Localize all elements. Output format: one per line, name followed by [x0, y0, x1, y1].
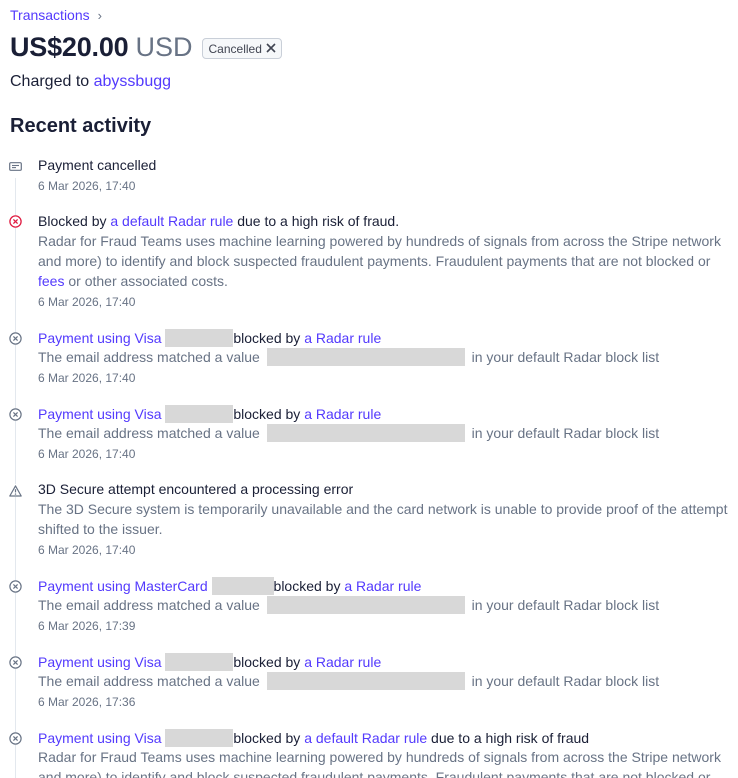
event-description: Radar for Fraud Teams uses machine learn…: [38, 749, 721, 765]
event-description-text: in your default Radar block list: [471, 673, 660, 689]
payment-header: US$20.00 USD Cancelled: [10, 32, 282, 63]
redacted-card: [211, 577, 274, 595]
payment-detail-page: Transactions › US$20.00 USD Cancelled Ch…: [0, 0, 738, 778]
status-badge: Cancelled: [201, 38, 282, 59]
payment-link[interactable]: Payment using Visa: [38, 730, 161, 746]
event-description: and more) to identify and block suspecte…: [38, 253, 711, 269]
payment-link[interactable]: Payment using Visa: [38, 654, 161, 670]
event-timestamp: 6 Mar 2026, 17:40: [38, 447, 136, 461]
event-timestamp: 6 Mar 2026, 17:40: [38, 371, 136, 385]
radar-rule-link[interactable]: a Radar rule: [304, 330, 381, 346]
redacted-card: [165, 405, 234, 423]
event-description: and more) to identify and block suspecte…: [38, 769, 711, 778]
payment-link[interactable]: Payment using MasterCard: [38, 578, 208, 594]
event-description: The email address matched a value in you…: [38, 347, 659, 367]
blocked-circle-icon: [9, 408, 22, 421]
redacted-card: [165, 729, 234, 747]
event-description-text: The email address matched a value: [38, 425, 260, 441]
default-radar-rule-link[interactable]: a default Radar rule: [110, 213, 233, 229]
event-timestamp: 6 Mar 2026, 17:40: [38, 179, 136, 193]
close-x-icon: [266, 41, 276, 56]
payment-amount: US$20.00: [10, 32, 129, 62]
event-title-text: blocked by: [233, 654, 305, 670]
event-description-text: The email address matched a value: [38, 349, 260, 365]
event-description: The email address matched a value in you…: [38, 671, 659, 691]
event-timestamp: 6 Mar 2026, 17:40: [38, 543, 136, 557]
event-title: Payment using Visa blocked by a Radar ru…: [38, 405, 381, 423]
status-badge-label: Cancelled: [208, 41, 262, 56]
event-title-text: blocked by: [233, 730, 305, 746]
event-description: The email address matched a value in you…: [38, 595, 659, 615]
payment-link[interactable]: Payment using Visa: [38, 406, 161, 422]
warning-triangle-icon: [9, 484, 22, 497]
event-description: Radar for Fraud Teams uses machine learn…: [38, 233, 721, 249]
chevron-right-icon: ›: [97, 7, 102, 23]
event-title-text: blocked by: [273, 578, 345, 594]
blocked-circle-icon: [9, 732, 22, 745]
payment-currency: USD: [135, 32, 193, 62]
redacted-value: [266, 672, 465, 690]
event-description: fees or other associated costs.: [38, 271, 228, 291]
payment-card-icon: [9, 160, 22, 173]
event-title: Payment using MasterCard blocked by a Ra…: [38, 577, 421, 595]
redacted-value: [266, 424, 465, 442]
event-timestamp: 6 Mar 2026, 17:39: [38, 619, 136, 633]
event-title: Payment using Visa blocked by a Radar ru…: [38, 653, 381, 671]
event-title-text: due to a high risk of fraud.: [233, 213, 400, 229]
event-description-text: in your default Radar block list: [471, 349, 660, 365]
redacted-value: [266, 348, 465, 366]
payment-link[interactable]: Payment using Visa: [38, 330, 161, 346]
radar-rule-link[interactable]: a Radar rule: [304, 654, 381, 670]
event-title: Payment using Visa blocked by a default …: [38, 729, 589, 747]
event-title: 3D Secure attempt encountered a processi…: [38, 481, 354, 497]
event-title: Payment using Visa blocked by a Radar ru…: [38, 329, 381, 347]
event-description-text: in your default Radar block list: [471, 597, 660, 613]
event-title-text: due to a high risk of fraud: [427, 730, 590, 746]
timeline-line: [15, 178, 16, 778]
error-circle-icon: [9, 215, 22, 228]
event-title-text: blocked by: [233, 330, 305, 346]
event-description: The email address matched a value in you…: [38, 423, 659, 443]
radar-rule-link[interactable]: a Radar rule: [304, 406, 381, 422]
event-timestamp: 6 Mar 2026, 17:36: [38, 695, 136, 709]
event-timestamp: 6 Mar 2026, 17:40: [38, 295, 136, 309]
event-description-text: in your default Radar block list: [471, 425, 660, 441]
event-description-text: The email address matched a value: [38, 597, 260, 613]
radar-rule-link[interactable]: a Radar rule: [344, 578, 421, 594]
event-description-text: or other associated costs.: [64, 273, 228, 289]
event-description: shifted to the issuer.: [38, 521, 163, 537]
fees-link[interactable]: fees: [38, 273, 64, 289]
blocked-circle-icon: [9, 332, 22, 345]
event-description: The 3D Secure system is temporarily unav…: [38, 501, 728, 517]
charged-to-line: Charged to abyssbugg: [10, 73, 171, 91]
event-title-text: blocked by: [233, 406, 305, 422]
customer-link[interactable]: abyssbugg: [94, 73, 171, 90]
event-title: Payment cancelled: [38, 157, 157, 173]
redacted-value: [266, 596, 465, 614]
event-description-text: The email address matched a value: [38, 673, 260, 689]
redacted-card: [165, 653, 234, 671]
event-title-text: Blocked by: [38, 213, 111, 229]
blocked-circle-icon: [9, 580, 22, 593]
breadcrumb-transactions-link[interactable]: Transactions: [10, 7, 90, 23]
blocked-circle-icon: [9, 656, 22, 669]
default-radar-rule-link[interactable]: a default Radar rule: [304, 730, 427, 746]
redacted-card: [165, 329, 234, 347]
event-title: Blocked by a default Radar rule due to a…: [38, 213, 399, 229]
breadcrumb: Transactions ›: [10, 7, 102, 23]
recent-activity-heading: Recent activity: [10, 115, 152, 137]
charged-to-label: Charged to: [10, 73, 90, 90]
